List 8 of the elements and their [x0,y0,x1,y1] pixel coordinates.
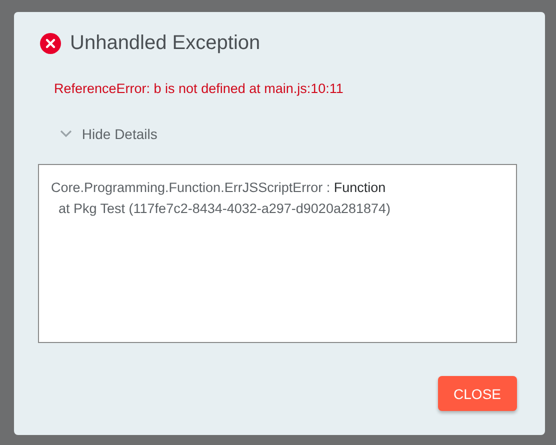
error-icon [40,33,61,54]
dialog-title: Unhandled Exception [70,32,260,55]
error-message: ReferenceError: b is not defined at main.js:10:11 [54,81,344,96]
stack-trace-line: Core.Programming.Function.ErrJSScriptError : Function [51,179,387,197]
details-toggle[interactable]: Hide Details [60,126,158,142]
close-button[interactable]: CLOSE [438,376,517,411]
stack-trace-line: at Pkg Test (117fe7c2-8434-4032-a297-d9020a281874) [58,200,392,218]
chevron-icon [60,130,72,138]
